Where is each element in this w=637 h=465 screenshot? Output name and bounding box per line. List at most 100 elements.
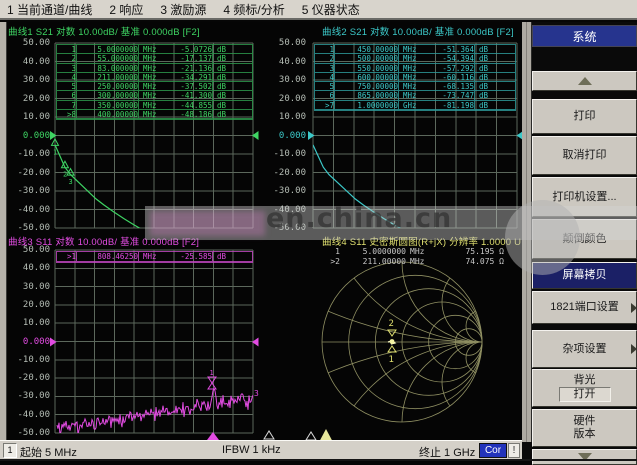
marker-cell: -57.292: [427, 64, 475, 72]
softkey-scroll-up-button[interactable]: [532, 71, 637, 91]
reference-level-marker-icon: [308, 131, 315, 140]
softkey-scroll-down-button[interactable]: [532, 449, 637, 465]
marker-cell: dB: [213, 101, 235, 109]
marker-cell: 1.0000000: [335, 101, 399, 109]
axis-label: -30.00: [264, 186, 306, 196]
marker-cell: MHz: [139, 252, 165, 261]
marker-cell: 450.00000: [335, 45, 399, 53]
marker-cell: MHz: [399, 64, 427, 72]
axis-label: 20.00: [8, 94, 50, 104]
smith-readout-cell: MHz: [406, 257, 438, 266]
sidebar-scrollbar[interactable]: [522, 22, 532, 442]
marker-cell: MHz: [139, 64, 165, 72]
softkey-button-9[interactable]: 硬件版本: [532, 409, 637, 447]
softkey-button-1[interactable]: 打印: [532, 99, 637, 134]
marker-cell: -73.747: [427, 91, 475, 99]
axis-label: -50.00: [264, 223, 306, 233]
softkey-label-2: 版本: [574, 428, 596, 441]
marker-row: >8400.00000MHz-48.186dB: [57, 110, 252, 119]
menu-item-instrument-state[interactable]: 5 仪器状态: [302, 1, 360, 18]
axis-label: -30.00: [8, 391, 50, 401]
marker-cell: >7: [315, 101, 335, 109]
axis-label: -40.00: [264, 205, 306, 215]
marker-cell: -44.855: [165, 101, 213, 109]
trace3-marker-glyph: 1: [208, 369, 216, 389]
marker-cell: MHz: [399, 54, 427, 62]
marker-cell: -68.135: [427, 82, 475, 90]
axis-label: -50.00: [8, 223, 50, 233]
softkey-label: 打印机设置...: [552, 191, 616, 204]
marker-table: 1450.00000MHz-51.364dB2500.00000MHz-54.3…: [314, 44, 516, 111]
marker-cell: MHz: [139, 73, 165, 81]
marker-row: 1450.00000MHz-51.364dB: [315, 45, 515, 54]
softkey-button-6[interactable]: 1821端口设置: [532, 291, 637, 324]
marker-cell: 211.00000: [77, 73, 139, 81]
axis-label: -20.00: [8, 373, 50, 383]
softkey-button-5[interactable]: 屏幕拷贝: [532, 262, 637, 289]
menu-item-channel[interactable]: 1 当前通道/曲线: [7, 1, 92, 18]
softkey-button-3[interactable]: 打印机设置...: [532, 177, 637, 217]
marker-cell: dB: [213, 45, 235, 53]
submenu-arrow-icon: [631, 344, 637, 354]
svg-text:3: 3: [69, 178, 73, 186]
marker-row: 5750.00000MHz-68.135dB: [315, 82, 515, 91]
marker-cell: 55.000000: [77, 54, 139, 62]
axis-label: -50.00: [8, 428, 50, 438]
softkey-button-4[interactable]: 颠倒颜色: [532, 219, 637, 259]
marker-cell: 3: [57, 64, 77, 72]
softkey-label: 1821端口设置: [550, 301, 618, 314]
status-bar: 1 起始 5 MHz IFBW 1 kHz 终止 1 GHz Cor !: [0, 440, 522, 460]
marker-table: 15.0000000MHz-5.0726dB255.000000MHz-17.1…: [56, 44, 253, 120]
marker-cell: 5: [315, 82, 335, 90]
smith-readout-cell: >2: [326, 257, 340, 266]
trace3-line: [57, 389, 253, 435]
menu-item-marker-analysis[interactable]: 4 频标/分析: [223, 1, 284, 18]
smith-chart-grid: [322, 262, 482, 422]
marker-cell: MHz: [399, 45, 427, 53]
marker-row: 3550.00000MHz-57.292dB: [315, 64, 515, 73]
marker-cell: MHz: [139, 101, 165, 109]
marker-cell: 5.0000000: [77, 45, 139, 53]
marker-cell: 550.00000: [335, 64, 399, 72]
marker-cell: -5.0726: [165, 45, 213, 53]
marker-row: 5250.00000MHz-37.502dB: [57, 82, 252, 91]
marker-cell: 250.00000: [77, 82, 139, 90]
trace3-number-label: 3: [254, 389, 259, 398]
marker-cell: MHz: [139, 82, 165, 90]
marker-cell: dB: [213, 73, 235, 81]
marker-cell: dB: [213, 82, 235, 90]
axis-label: 10.00: [8, 318, 50, 328]
softkey-menu-title: 系统: [532, 25, 637, 47]
axis-label: -30.00: [8, 186, 50, 196]
axis-label: -20.00: [264, 168, 306, 178]
marker-cell: dB: [213, 91, 235, 99]
marker-cell: MHz: [399, 82, 427, 90]
softkey-button-7[interactable]: 杂项设置: [532, 330, 637, 368]
marker-cell: -17.137: [165, 54, 213, 62]
marker-cell: -54.394: [427, 54, 475, 62]
marker-cell: 4: [315, 73, 335, 81]
menu-item-stimulus[interactable]: 3 激励源: [160, 1, 206, 18]
marker-row: 6300.00000MHz-41.300dB: [57, 91, 252, 100]
softkey-button-2[interactable]: 取消打印: [532, 136, 637, 175]
marker-cell: dB: [475, 82, 497, 90]
svg-text:2: 2: [389, 319, 394, 329]
axis-label: 40.00: [8, 57, 50, 67]
softkey-button-8[interactable]: 背光打开: [532, 369, 637, 407]
softkey-label: 取消打印: [563, 149, 607, 162]
marker-cell: 6: [57, 91, 77, 99]
axis-label: 0.000: [264, 131, 306, 141]
marker-cell: MHz: [139, 54, 165, 62]
svg-text:1: 1: [389, 355, 394, 365]
marker-cell: 865.00000: [335, 91, 399, 99]
axis-label: 10.00: [8, 112, 50, 122]
stop-frequency-label: 终止 1 GHz: [419, 444, 475, 460]
marker-position-icon: [306, 432, 316, 440]
marker-cell: MHz: [139, 45, 165, 53]
menu-item-response[interactable]: 2 响应: [109, 1, 143, 18]
marker-cell: GHz: [399, 101, 427, 109]
axis-label: -10.00: [8, 149, 50, 159]
marker-row: 4600.00000MHz-60.116dB: [315, 73, 515, 82]
axis-label: 50.00: [8, 38, 50, 48]
softkey-label: 硬件: [574, 415, 596, 428]
